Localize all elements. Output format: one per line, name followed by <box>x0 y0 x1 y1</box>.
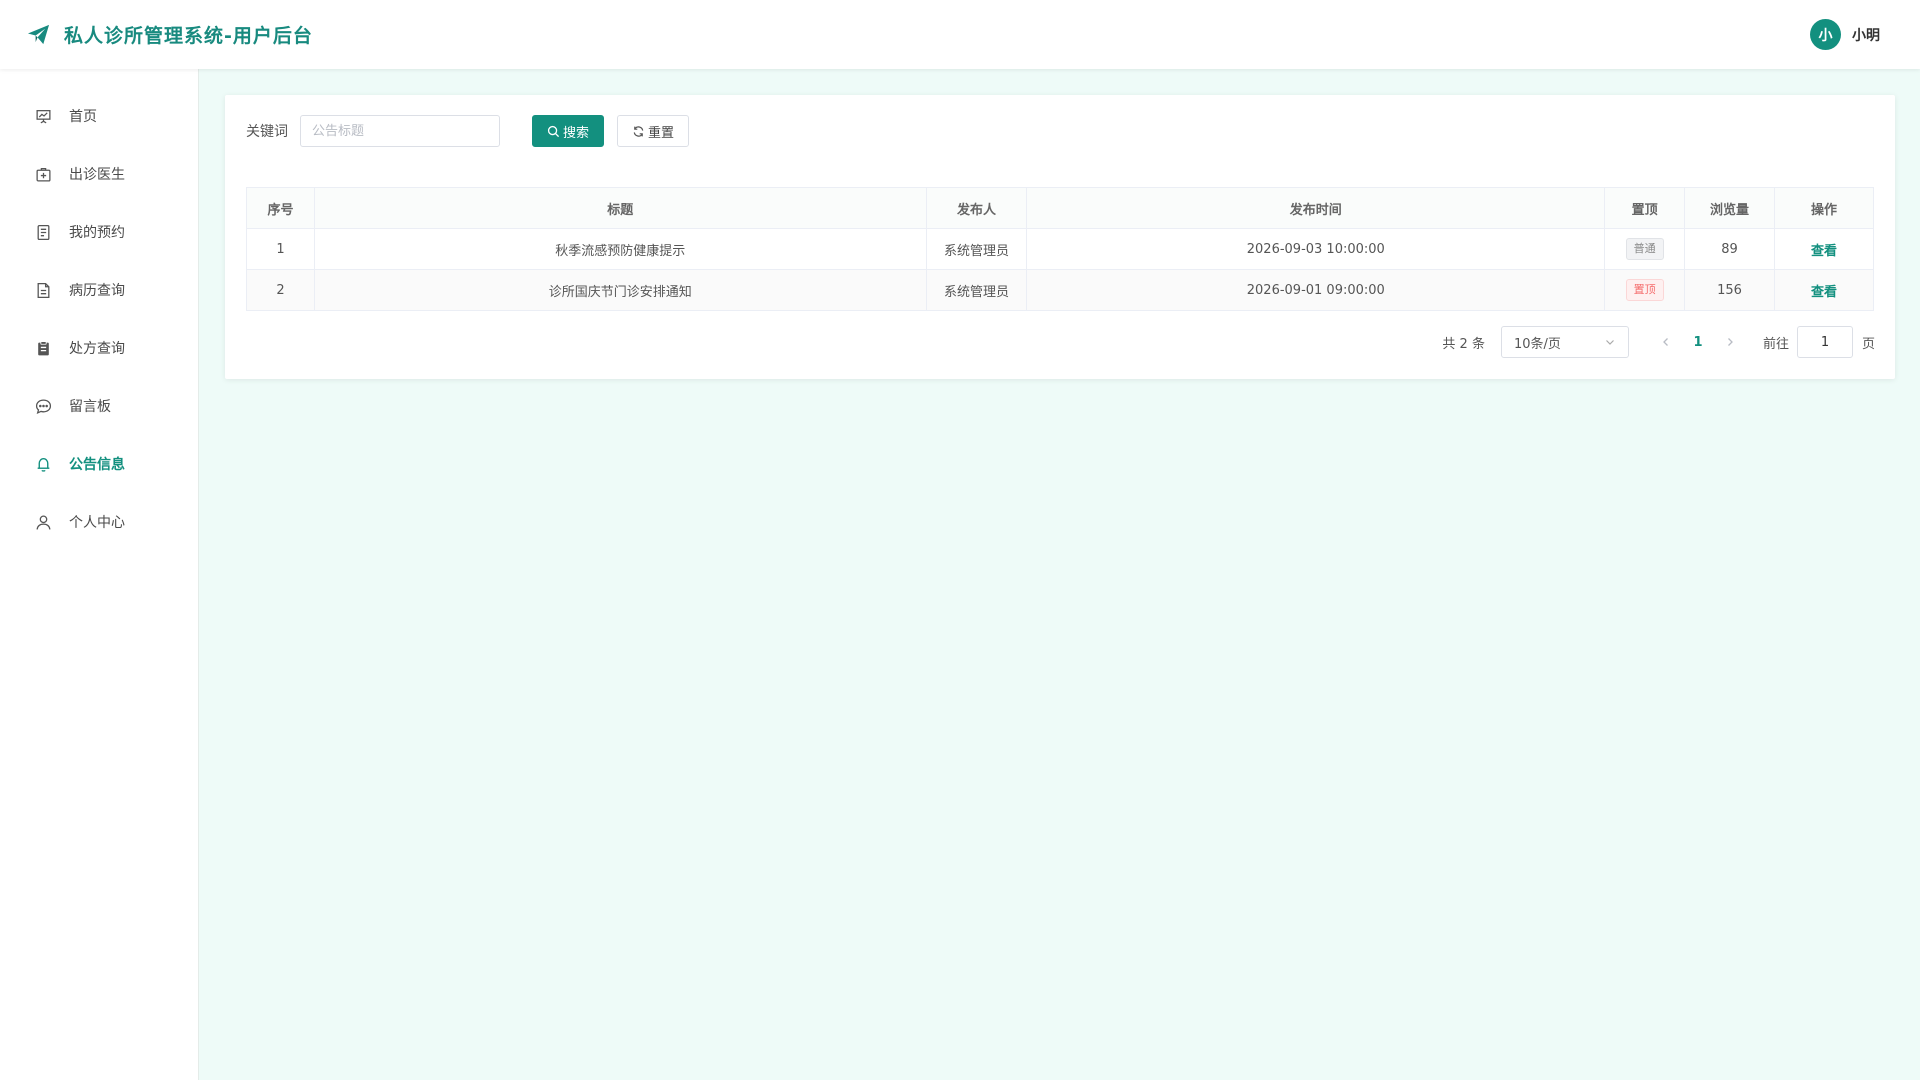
cell-index: 1 <box>246 228 315 270</box>
total-count: 共 2 条 <box>1442 336 1485 352</box>
cell-time: 2026-09-01 09:00:00 <box>1026 269 1606 311</box>
sidebar-item-records[interactable]: 病历查询 <box>0 261 198 319</box>
search-icon <box>547 125 560 137</box>
file-icon <box>37 282 50 298</box>
document-icon <box>37 224 50 240</box>
sidebar-item-announcements[interactable]: 公告信息 <box>0 435 198 493</box>
cell-action: 查看 <box>1774 228 1874 270</box>
next-page-button[interactable] <box>1715 336 1745 348</box>
username[interactable]: 小明 <box>1852 25 1880 45</box>
user-menu[interactable]: 小 小明 <box>1810 19 1880 50</box>
table-row: 2 诊所国庆节门诊安排通知 系统管理员 2026-09-01 09:00:00 … <box>246 269 1874 311</box>
cell-action: 查看 <box>1774 269 1874 311</box>
cell-title: 秋季流感预防健康提示 <box>313 228 927 270</box>
presentation-icon <box>36 109 51 123</box>
avatar[interactable]: 小 <box>1810 19 1841 50</box>
user-icon <box>36 514 51 530</box>
sidebar-item-doctors[interactable]: 出诊医生 <box>0 145 198 203</box>
sidebar-item-label: 公告信息 <box>69 457 125 473</box>
sidebar-item-messages[interactable]: 留言板 <box>0 377 198 435</box>
page-unit-label: 页 <box>1861 336 1875 352</box>
column-header: 置顶 <box>1604 187 1686 229</box>
bell-icon <box>37 457 50 472</box>
page-size-select[interactable]: 10条/页 <box>1500 326 1629 358</box>
column-header: 标题 <box>313 187 927 229</box>
sidebar-item-label: 个人中心 <box>69 515 125 531</box>
search-bar: 关键词 搜索 重置 <box>246 115 1874 147</box>
table-row: 1 秋季流感预防健康提示 系统管理员 2026-09-03 10:00:00 普… <box>246 228 1874 270</box>
app-title: 私人诊所管理系统-用户后台 <box>64 25 313 47</box>
clipboard-icon <box>38 340 49 355</box>
page-number-current[interactable]: 1 <box>1681 335 1715 350</box>
chevron-left-icon <box>1663 338 1668 346</box>
chevron-right-icon <box>1728 338 1733 346</box>
cell-title: 诊所国庆节门诊安排通知 <box>313 269 927 311</box>
refresh-icon <box>633 125 644 137</box>
pin-badge: 普通 <box>1625 238 1664 260</box>
cell-views: 89 <box>1684 228 1776 270</box>
search-button[interactable]: 搜索 <box>532 115 605 147</box>
cell-index: 2 <box>246 269 315 311</box>
announcement-table: 序号 标题 发布人 发布时间 置顶 浏览量 操作 1 秋季流感预防健康提示 系统… <box>246 187 1874 311</box>
sidebar-item-label: 首页 <box>69 109 97 125</box>
goto-label: 前往 <box>1762 336 1789 352</box>
sidebar-item-appointments[interactable]: 我的预约 <box>0 203 198 261</box>
cell-pin: 普通 <box>1604 228 1686 270</box>
reset-button[interactable]: 重置 <box>617 115 690 147</box>
cell-pin: 置顶 <box>1604 269 1686 311</box>
view-link[interactable]: 查看 <box>1811 244 1837 259</box>
chat-icon <box>35 398 52 414</box>
view-link[interactable]: 查看 <box>1811 285 1837 300</box>
keyword-input[interactable] <box>300 115 500 147</box>
chevron-down-icon <box>1606 340 1614 345</box>
reset-button-label: 重置 <box>648 125 675 141</box>
announcement-panel: 关键词 搜索 重置 序号 标题 发布人 发布时间 置顶 浏览量 操作 <box>225 95 1895 379</box>
sidebar-item-home[interactable]: 首页 <box>0 87 198 145</box>
brand: 私人诊所管理系统-用户后台 <box>27 21 313 48</box>
table-header-row: 序号 标题 发布人 发布时间 置顶 浏览量 操作 <box>246 187 1874 229</box>
column-header: 发布时间 <box>1026 187 1606 229</box>
column-header: 浏览量 <box>1684 187 1776 229</box>
top-header: 私人诊所管理系统-用户后台 小 小明 <box>0 0 1920 69</box>
sidebar-item-label: 留言板 <box>69 399 111 415</box>
cell-publisher: 系统管理员 <box>925 269 1028 311</box>
column-header: 发布人 <box>925 187 1028 229</box>
cell-views: 156 <box>1684 269 1776 311</box>
search-button-label: 搜索 <box>563 125 590 141</box>
sidebar-item-label: 处方查询 <box>69 341 125 357</box>
sidebar-item-label: 我的预约 <box>69 225 125 241</box>
prev-page-button[interactable] <box>1651 336 1681 348</box>
page-size-value: 10条/页 <box>1513 336 1561 352</box>
sidebar-item-profile[interactable]: 个人中心 <box>0 493 198 551</box>
medical-kit-icon <box>36 167 51 182</box>
cell-time: 2026-09-03 10:00:00 <box>1026 228 1606 270</box>
keyword-label: 关键词 <box>246 124 288 140</box>
sidebar-item-label: 病历查询 <box>69 283 125 299</box>
goto-page-input[interactable] <box>1796 326 1853 358</box>
pin-badge: 置顶 <box>1625 279 1664 301</box>
paper-plane-icon <box>27 23 50 46</box>
pagination: 共 2 条 10条/页 1 前往 页 <box>1442 325 1875 359</box>
sidebar-item-prescriptions[interactable]: 处方查询 <box>0 319 198 377</box>
cell-publisher: 系统管理员 <box>925 228 1028 270</box>
sidebar-item-label: 出诊医生 <box>69 167 125 183</box>
sidebar: 首页 出诊医生 我的预约 病历查询 处方查询 留言板 公告信息 个人中心 <box>0 69 199 1080</box>
column-header: 操作 <box>1774 187 1874 229</box>
column-header: 序号 <box>246 187 315 229</box>
